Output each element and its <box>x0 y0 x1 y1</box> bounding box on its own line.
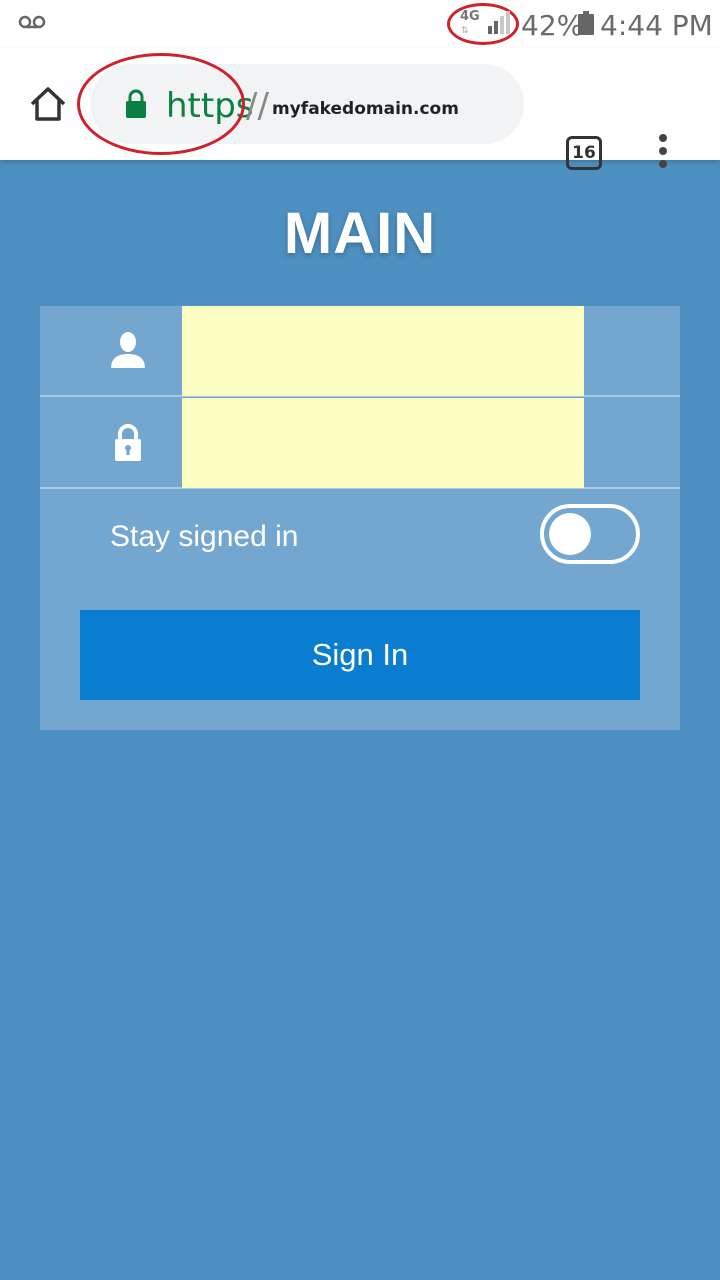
login-panel: Stay signed in Sign In <box>40 306 680 730</box>
password-row <box>40 398 680 489</box>
toggle-knob <box>549 513 591 555</box>
status-bar: 4G ⇅ 42% 4:44 PM <box>0 0 720 48</box>
sign-in-button[interactable]: Sign In <box>80 610 640 700</box>
status-time: 4:44 PM <box>600 9 713 42</box>
signal-icon <box>488 11 510 34</box>
annotation-circle-https <box>77 53 245 155</box>
url-slashes: // <box>246 86 269 126</box>
padlock-icon <box>115 424 141 461</box>
page-title: MAIN <box>283 201 437 266</box>
tab-switcher-button[interactable]: 16 <box>566 136 602 170</box>
battery-percent: 42% <box>521 9 584 42</box>
voicemail-icon <box>18 15 46 29</box>
network-activity-icon: ⇅ <box>461 26 469 36</box>
network-type: 4G <box>460 9 480 24</box>
password-input[interactable] <box>182 398 584 488</box>
stay-signed-in-toggle[interactable] <box>540 504 640 564</box>
battery-icon <box>578 11 594 35</box>
user-icon <box>111 332 145 368</box>
username-input[interactable] <box>182 306 584 396</box>
stay-signed-in-label: Stay signed in <box>110 520 299 553</box>
url-domain: myfakedomain.com <box>272 99 459 119</box>
home-icon[interactable] <box>28 86 68 122</box>
username-row <box>40 306 680 397</box>
overflow-menu-icon[interactable] <box>652 134 674 172</box>
